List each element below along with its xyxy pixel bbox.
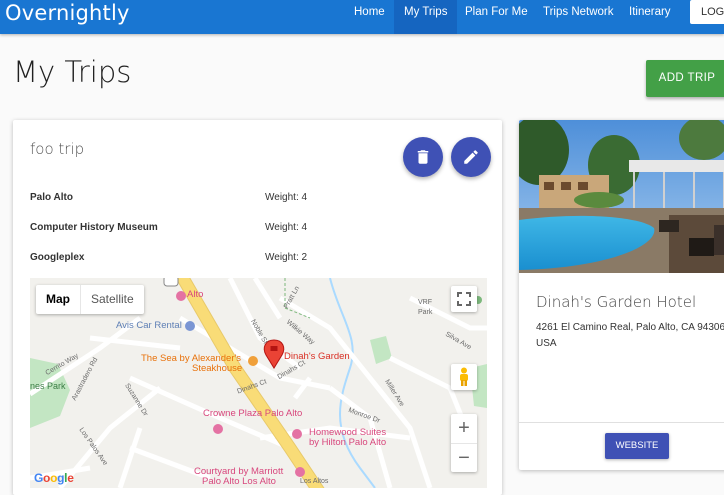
zoom-out-button[interactable]: − [451,443,477,472]
street-los-altos: Los Altos [300,478,329,485]
logout-button[interactable]: LOGO [690,0,724,24]
brand-logo[interactable]: Overnightly [5,1,130,25]
map-label-vrf-line2: Park [418,309,433,316]
nav-my-trips[interactable]: My Trips [394,0,458,34]
map-type-satellite[interactable]: Satellite [80,285,144,314]
place-name: Palo Alto [30,192,73,203]
street-view-pegman[interactable] [451,364,477,390]
hotel-address-line1: 4261 El Camino Real, Palo Alto, CA 94306… [536,322,724,333]
zoom-in-button[interactable]: + [451,414,477,443]
trash-icon [417,150,429,164]
zoom-controls: + − [451,414,477,472]
place-weight: Weight: 4 [265,222,308,233]
hotel-card: Dinah's Garden Hotel 4261 El Camino Real… [519,120,724,470]
map-label-sea-line2[interactable]: Steakhouse [192,364,242,374]
google-attribution: Google [34,471,74,485]
add-trip-button[interactable]: ADD TRIP [646,60,724,97]
trip-title: foo trip [30,140,85,158]
hotel-address: 4261 El Camino Real, Palo Alto, CA 94306… [536,320,724,352]
page-title: My Trips [13,55,132,89]
trip-map[interactable]: Alto Avis Car Rental The Sea by Alexande… [30,278,487,488]
delete-trip-button[interactable] [403,137,443,177]
fullscreen-button[interactable] [451,286,477,312]
fullscreen-icon [457,292,471,306]
map-label-avis[interactable]: Avis Car Rental [116,321,182,331]
nav-trips-network[interactable]: Trips Network [533,0,624,34]
map-label-vrf-line1: VRF [418,299,432,306]
nav-plan-for-me[interactable]: Plan For Me [455,0,538,34]
place-weight: Weight: 4 [265,192,308,203]
map-label-courtyard-line2[interactable]: Palo Alto Los Alto [202,477,276,487]
nav-itinerary[interactable]: Itinerary [619,0,681,34]
nav-home[interactable]: Home [344,0,395,34]
place-name: Computer History Museum [30,222,158,233]
place-name: Googleplex [30,252,85,263]
map-label-dinahs-garden[interactable]: Dinah's Garden [284,352,350,362]
edit-trip-button[interactable] [451,137,491,177]
map-type-map[interactable]: Map [36,285,80,314]
hotel-address-line2: USA [536,338,557,349]
website-button[interactable]: WEBSITE [605,433,669,459]
pegman-icon [460,367,468,386]
hotel-name: Dinah's Garden Hotel [536,293,697,311]
map-label-crowne-plaza[interactable]: Crowne Plaza Palo Alto [203,409,302,419]
top-navbar: Overnightly Home My Trips Plan For Me Tr… [0,0,724,34]
map-type-toggle: Map Satellite [36,285,144,314]
pencil-icon [464,150,478,164]
place-weight: Weight: 2 [265,252,308,263]
map-label-nes-park: nes Park [30,381,66,391]
trip-card: foo trip Palo Alto Weight: 4 Computer Hi… [13,120,502,495]
map-label-homewood-line2[interactable]: by Hilton Palo Alto [309,438,386,448]
hotel-card-divider [519,422,724,423]
hotel-photo [519,120,724,273]
map-label-alto: Alto [187,289,204,300]
